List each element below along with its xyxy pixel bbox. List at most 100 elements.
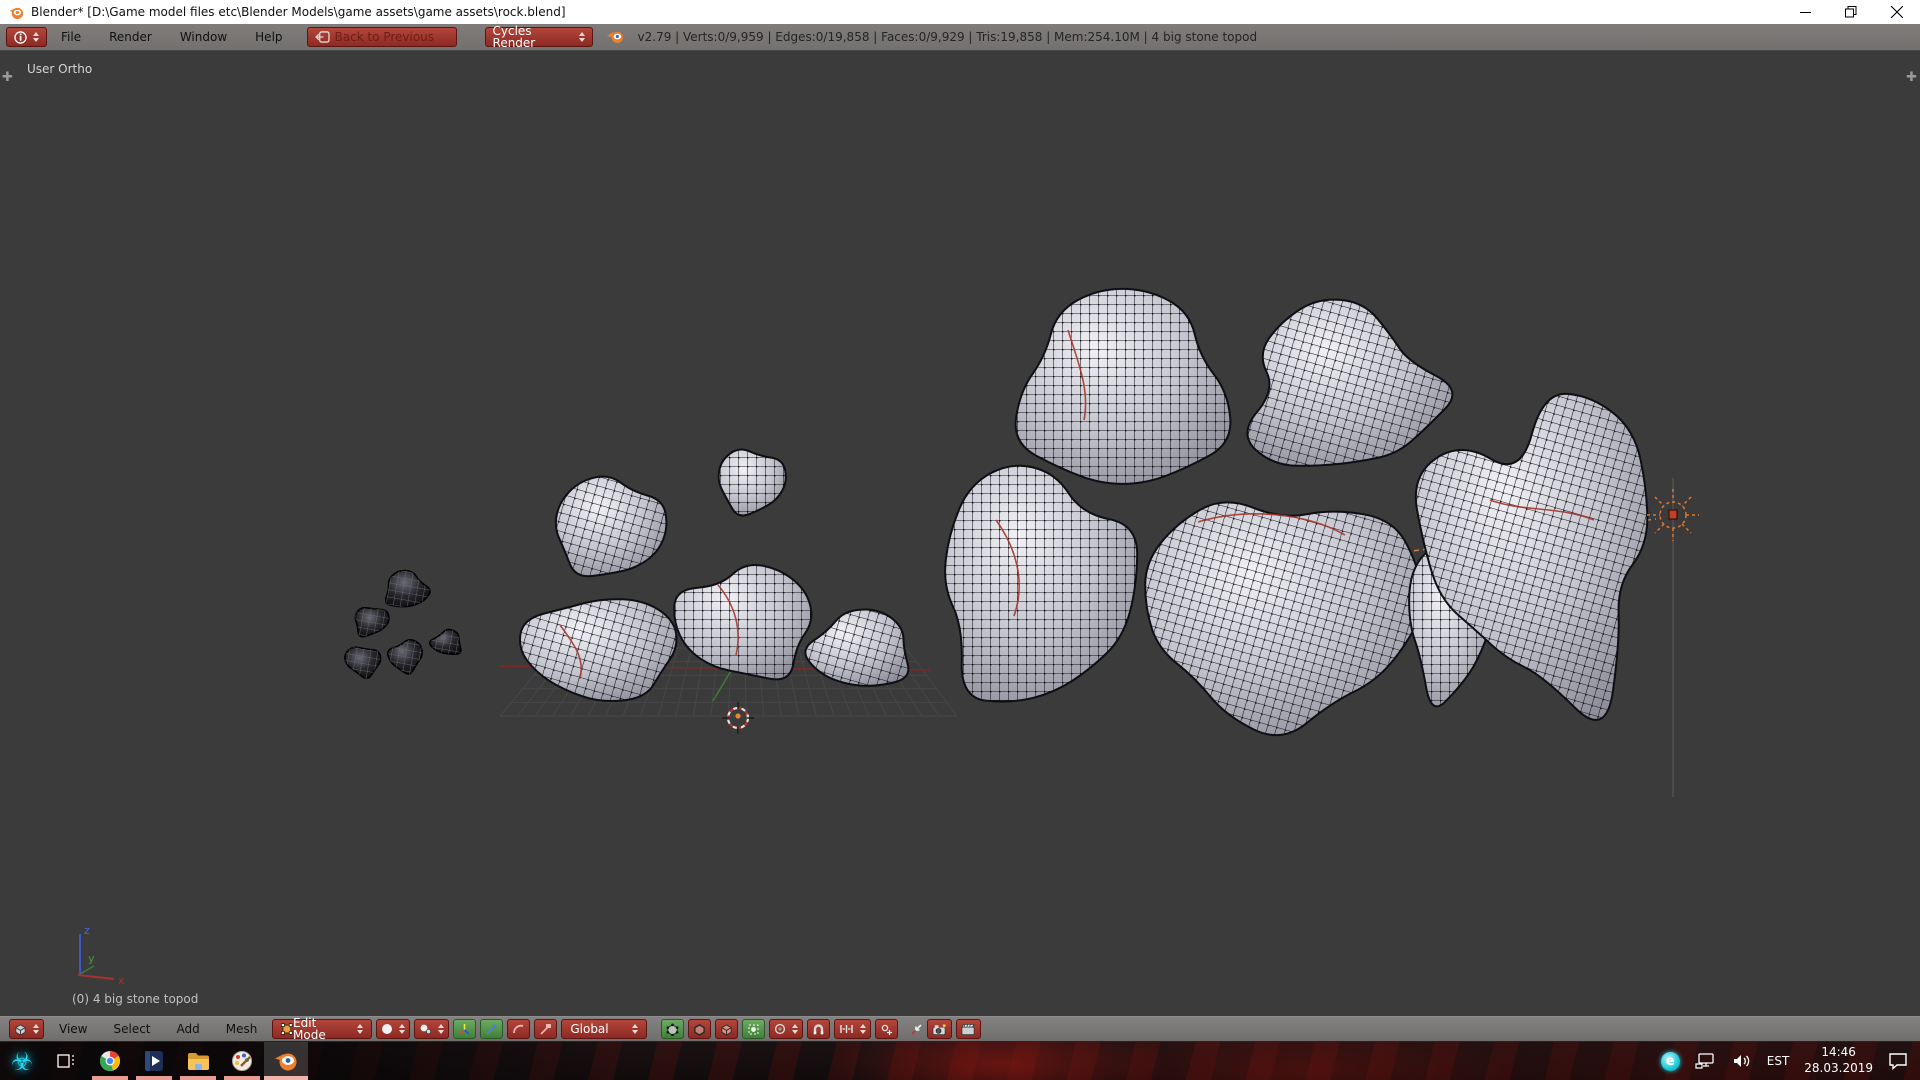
rock-mesh[interactable]: [1144, 501, 1424, 737]
taskbar-file-explorer[interactable]: [176, 1042, 220, 1080]
viewport-scene: [344, 287, 1699, 797]
snap-target-button[interactable]: [875, 1019, 899, 1039]
info-editor-header: File Render Window Help Back to Previous…: [0, 24, 1920, 51]
small-rock-mesh[interactable]: [354, 606, 390, 638]
taskbar-chrome[interactable]: [88, 1042, 132, 1080]
face-select-mode-button[interactable]: [715, 1019, 739, 1039]
occlude-geometry-icon: [748, 1024, 759, 1034]
translate-manipulator-button[interactable]: [480, 1019, 504, 1039]
3d-view-editor-icon: [15, 1023, 26, 1036]
start-button[interactable]: ☣: [0, 1042, 44, 1080]
active-object-label: (0) 4 big stone topod: [72, 992, 199, 1006]
pivot-icon: [420, 1024, 432, 1035]
snap-element-select[interactable]: [834, 1019, 872, 1039]
manipulator-toggle[interactable]: [453, 1019, 477, 1039]
translate-arrow-icon: [486, 1024, 497, 1035]
clock-date: 28.03.2019: [1804, 1061, 1873, 1075]
minimize-button[interactable]: [1782, 0, 1828, 24]
selector-arrows-icon: [632, 1024, 639, 1034]
magnet-icon: [814, 1023, 824, 1034]
window-controls: [1782, 0, 1920, 24]
opengl-render-animation-button[interactable]: [956, 1019, 982, 1039]
proportional-edit-select[interactable]: [769, 1019, 804, 1039]
clock-time: 14:46: [1821, 1045, 1856, 1060]
region-expand-plus-icon[interactable]: ✚: [2, 70, 13, 85]
opengl-render-image-button[interactable]: [927, 1019, 953, 1039]
rock-mesh[interactable]: [717, 448, 787, 517]
blender-logo-icon: [606, 30, 624, 44]
paint-palette-icon: [232, 1051, 252, 1071]
language-indicator[interactable]: EST: [1767, 1054, 1790, 1068]
menu-render[interactable]: Render: [95, 30, 166, 44]
menu-select[interactable]: Select: [101, 1022, 162, 1036]
mode-select[interactable]: Edit Mode: [272, 1017, 373, 1041]
biohazard-start-icon: ☣: [10, 1046, 34, 1076]
shading-sphere-icon: [382, 1024, 393, 1034]
scale-manipulator-button[interactable]: [534, 1019, 558, 1039]
menu-mesh[interactable]: Mesh: [214, 1022, 270, 1036]
clapperboard-icon: [961, 1023, 976, 1035]
rock-mesh[interactable]: [554, 475, 668, 578]
pivot-point-select[interactable]: [414, 1019, 450, 1039]
snap-toggle-button[interactable]: [807, 1019, 831, 1039]
mini-axis-gizmo: z y x: [77, 924, 125, 987]
rock-mesh[interactable]: [673, 563, 813, 681]
menu-window[interactable]: Window: [166, 30, 241, 44]
viewport-shading-select[interactable]: [376, 1019, 411, 1039]
render-engine-select[interactable]: Cycles Render: [484, 25, 593, 49]
rock-mesh[interactable]: [1014, 287, 1232, 485]
rotate-manipulator-button[interactable]: [507, 1019, 531, 1039]
3d-viewport[interactable]: User Ortho ✚ ✚ (0) 4 big stone topod z y…: [0, 52, 1920, 1016]
menu-help[interactable]: Help: [241, 30, 296, 44]
small-rock-mesh[interactable]: [428, 628, 462, 655]
eset-antivirus-icon[interactable]: e: [1660, 1051, 1680, 1071]
selector-arrows-icon: [33, 1024, 39, 1034]
back-to-previous-button[interactable]: Back to Previous: [306, 27, 457, 47]
selector-arrows-icon: [860, 1024, 867, 1034]
transform-orientation-select[interactable]: Global: [561, 1019, 648, 1039]
task-view-button[interactable]: [44, 1042, 88, 1080]
vertex-select-mode-button[interactable]: [661, 1019, 685, 1039]
taskbar-blender-active[interactable]: [264, 1042, 308, 1080]
rock-mesh[interactable]: [944, 464, 1139, 703]
render-border-icon[interactable]: [909, 1022, 924, 1037]
face-mode-icon: [721, 1023, 732, 1036]
rock-mesh[interactable]: [518, 598, 678, 703]
selector-arrows-icon: [357, 1024, 364, 1034]
menu-view[interactable]: View: [47, 1022, 99, 1036]
close-button[interactable]: [1874, 0, 1920, 24]
network-icon[interactable]: [1695, 1052, 1717, 1070]
chrome-icon: [99, 1050, 121, 1071]
rock-mesh[interactable]: [1246, 298, 1454, 467]
running-indicator: [180, 1076, 216, 1080]
small-rock-mesh[interactable]: [344, 646, 382, 680]
selector-arrows-icon: [792, 1024, 799, 1034]
media-player-icon: [145, 1051, 163, 1071]
running-indicator: [92, 1076, 128, 1080]
snap-increment-icon: [840, 1025, 854, 1033]
volume-icon[interactable]: [1732, 1053, 1752, 1069]
taskbar-paint-app[interactable]: [220, 1042, 264, 1080]
menu-file[interactable]: File: [47, 30, 95, 44]
action-center-icon[interactable]: [1888, 1052, 1908, 1070]
taskbar-media-player[interactable]: [132, 1042, 176, 1080]
axis-z-label: z: [84, 924, 90, 937]
restore-button[interactable]: [1828, 0, 1874, 24]
selector-arrows-icon: [33, 32, 39, 42]
selector-arrows-icon: [399, 1024, 406, 1034]
small-rock-mesh[interactable]: [387, 639, 423, 675]
properties-expand-plus-icon[interactable]: ✚: [1906, 70, 1917, 85]
edge-mode-icon: [694, 1023, 706, 1036]
editor-type-selector[interactable]: [6, 27, 47, 47]
file-explorer-icon: [187, 1052, 209, 1070]
task-view-icon: [57, 1054, 74, 1068]
blender-app-icon: [9, 5, 24, 20]
editor-type-selector[interactable]: [9, 1019, 44, 1039]
menu-add[interactable]: Add: [165, 1022, 212, 1036]
3d-cursor[interactable]: [722, 702, 754, 734]
edit-mode-icon: [281, 1023, 293, 1035]
small-rock-mesh[interactable]: [384, 569, 431, 608]
edge-select-mode-button[interactable]: [688, 1019, 712, 1039]
taskbar-clock[interactable]: 14:46 28.03.2019: [1804, 1045, 1873, 1076]
limit-to-visible-button[interactable]: [742, 1019, 766, 1039]
